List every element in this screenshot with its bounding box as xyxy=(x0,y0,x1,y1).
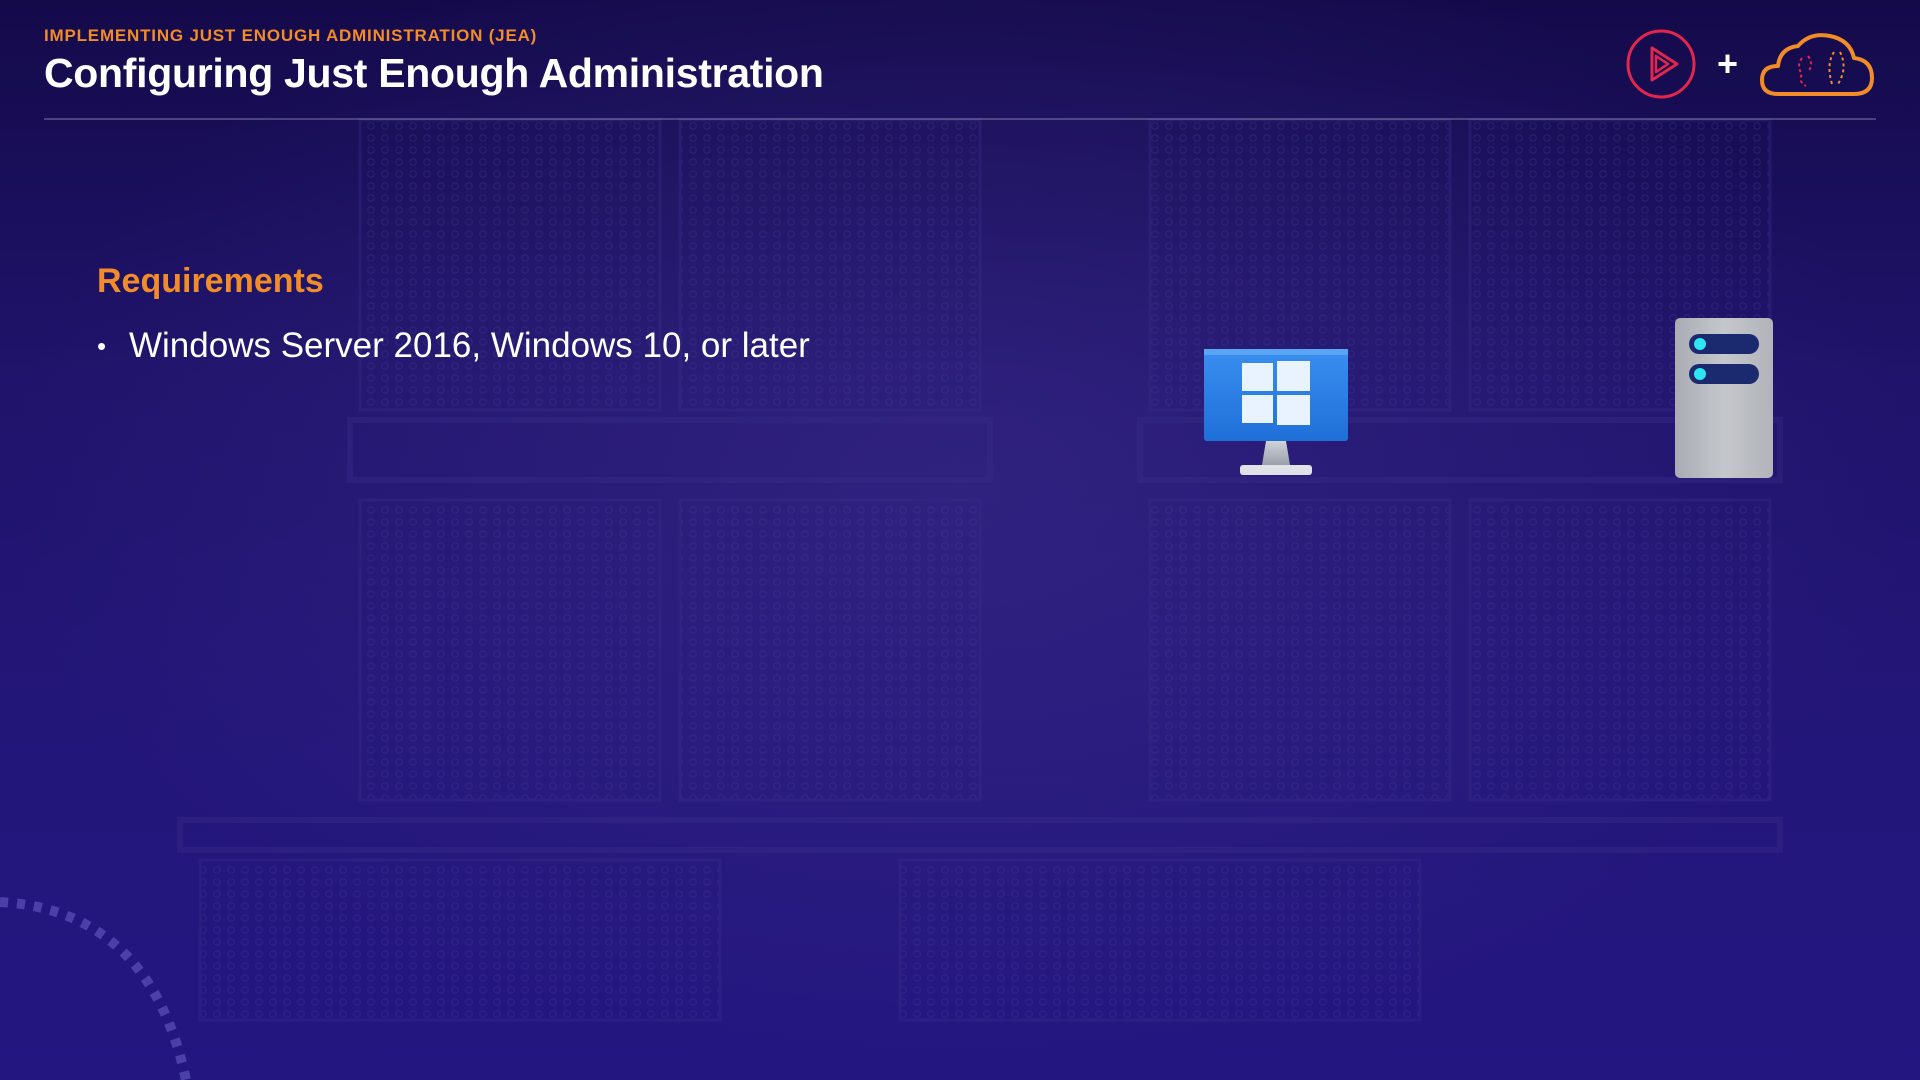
header-divider xyxy=(44,118,1876,120)
logo-separator: + xyxy=(1716,43,1738,84)
bullet-marker: • xyxy=(97,330,107,361)
slide: IMPLEMENTING JUST ENOUGH ADMINISTRATION … xyxy=(0,0,1920,1080)
server-tower-icon xyxy=(1675,318,1773,478)
cloud-brain-icon xyxy=(1760,33,1874,96)
section-kicker: IMPLEMENTING JUST ENOUGH ADMINISTRATION … xyxy=(44,26,538,45)
pluralsight-play-icon xyxy=(1626,29,1696,99)
requirements-heading: Requirements xyxy=(97,262,324,300)
requirements-list: • Windows Server 2016, Windows 10, or la… xyxy=(97,326,810,366)
list-item: • Windows Server 2016, Windows 10, or la… xyxy=(97,326,810,366)
logo-group: + xyxy=(1625,28,1876,100)
windows-monitor-icon xyxy=(1204,349,1348,475)
decorative-dotted-arc xyxy=(0,897,191,1080)
server-rack-background xyxy=(177,118,1783,1022)
page-title: Configuring Just Enough Administration xyxy=(44,50,824,96)
requirement-text: Windows Server 2016, Windows 10, or late… xyxy=(129,326,810,365)
